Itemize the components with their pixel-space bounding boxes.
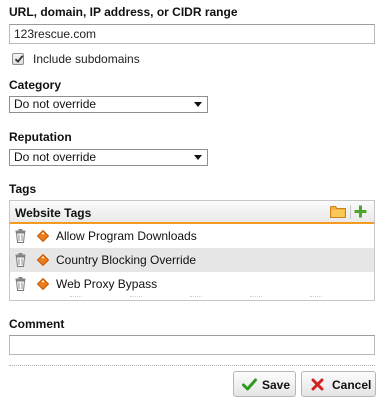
- comment-label: Comment: [9, 317, 65, 331]
- tag-label: Web Proxy Bypass: [56, 277, 158, 291]
- include-subdomains-label: Include subdomains: [33, 52, 140, 66]
- checkmark-icon: [14, 55, 24, 63]
- tag-icon: [37, 254, 49, 266]
- save-button-label: Save: [262, 378, 291, 392]
- cancel-button[interactable]: Cancel: [301, 371, 376, 397]
- trash-icon[interactable]: [15, 277, 26, 291]
- tag-row: Allow Program Downloads: [10, 224, 374, 248]
- website-tags-panel: Website Tags Allow Program Downloads Cou…: [9, 200, 375, 301]
- trash-icon[interactable]: [15, 253, 26, 267]
- tag-icon: [37, 278, 49, 290]
- reputation-label: Reputation: [9, 130, 72, 144]
- close-icon: [311, 378, 324, 391]
- header-separator: [350, 205, 351, 219]
- tag-icon: [37, 230, 49, 242]
- tag-row: Web Proxy Bypass: [10, 272, 374, 296]
- trash-icon[interactable]: [15, 229, 26, 243]
- dropdown-arrow-icon: [194, 155, 202, 160]
- include-subdomains-checkbox[interactable]: [12, 53, 24, 65]
- category-select[interactable]: Do not override: [9, 96, 208, 113]
- reputation-select[interactable]: Do not override: [9, 149, 208, 166]
- tags-panel-header: Website Tags: [10, 201, 374, 224]
- checkmark-icon: [242, 378, 257, 391]
- plus-icon[interactable]: [354, 205, 367, 218]
- tags-panel-title: Website Tags: [15, 206, 92, 220]
- comment-input[interactable]: [9, 335, 375, 355]
- tag-label: Country Blocking Override: [56, 253, 197, 267]
- footer-divider: [9, 365, 375, 366]
- category-selected-value: Do not override: [14, 97, 97, 111]
- tag-label: Allow Program Downloads: [56, 229, 197, 243]
- folder-icon[interactable]: [330, 205, 346, 218]
- destination-input[interactable]: [9, 24, 375, 44]
- save-button[interactable]: Save: [233, 371, 296, 397]
- column-resize-marks: [10, 296, 374, 300]
- reputation-selected-value: Do not override: [14, 150, 97, 164]
- category-label: Category: [9, 78, 62, 92]
- tag-row: Country Blocking Override: [10, 248, 374, 272]
- destination-label: URL, domain, IP address, or CIDR range: [9, 5, 238, 19]
- cancel-button-label: Cancel: [332, 378, 372, 392]
- include-subdomains-row: Include subdomains: [12, 52, 140, 66]
- tags-label: Tags: [9, 182, 37, 196]
- dropdown-arrow-icon: [194, 102, 202, 107]
